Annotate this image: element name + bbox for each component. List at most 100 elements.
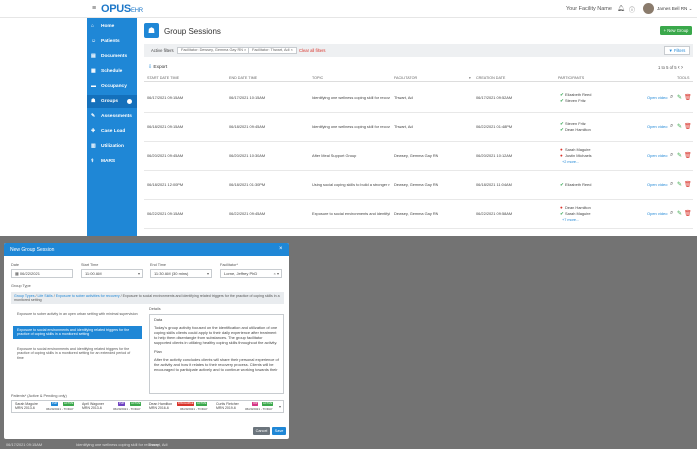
chevron-right-icon[interactable]: ›: [681, 65, 683, 71]
chevron-down-icon: ▾: [137, 271, 140, 276]
col-end[interactable]: End Date Time: [229, 76, 257, 80]
hamburger-icon[interactable]: ≡: [92, 5, 96, 12]
open-video-link[interactable]: Open video: [647, 211, 667, 216]
edit-icon[interactable]: ✎: [677, 123, 682, 130]
facilitator-select[interactable]: Lorne, Jeffrey PhD × ▾: [220, 269, 282, 278]
trash-icon[interactable]: 🗑︎: [684, 210, 692, 217]
more-participants-link[interactable]: +2 more...: [562, 160, 579, 164]
help-icon[interactable]: ⓘ: [629, 5, 635, 14]
new-group-button[interactable]: + New Group: [660, 26, 692, 35]
participant[interactable]: ✔Dean Hamilton: [560, 127, 591, 133]
export-icon: ⇩: [148, 65, 153, 70]
table-row[interactable]: 06/22/2021 09:15AM 06/22/2021 09:45AM Ex…: [144, 200, 693, 229]
sidebar-item-utilization[interactable]: ▥ Utilization: [87, 140, 137, 153]
clear-icon[interactable]: × ▾: [274, 270, 279, 277]
cancel-button[interactable]: Cancel: [253, 427, 270, 435]
facility-name[interactable]: Your Facility Name: [566, 6, 612, 12]
sidebar-item-documents[interactable]: ▤ Documents: [87, 50, 137, 63]
col-topic[interactable]: Topic: [312, 76, 323, 80]
avatar[interactable]: [643, 3, 654, 14]
patients-label: Patients* (Active & Pending only): [11, 394, 67, 398]
sidebar-item-groups[interactable]: ☗ Groups: [87, 95, 137, 108]
group-type-option[interactable]: Exposure to sober activity in an open ur…: [13, 311, 142, 317]
table-row[interactable]: 06/17/2021 09:15AM 06/17/2021 10:15AM Id…: [144, 84, 693, 113]
patients-field[interactable]: Sarah Maguire MRN 2013-6 PHP ACTIVE 06/20…: [11, 400, 284, 413]
participant[interactable]: ● Sarah Maguire: [560, 147, 591, 152]
export-button[interactable]: ⇩ Export: [148, 65, 167, 70]
sidebar-item-assessments[interactable]: ✎ Assessments: [87, 110, 137, 123]
clear-filters-link[interactable]: Clear all filters: [299, 48, 326, 53]
trash-icon[interactable]: 🗑︎: [684, 181, 692, 188]
table-row[interactable]: 06/20/2021 09:45AM 06/20/2021 10:30AM Af…: [144, 142, 693, 171]
more-participants-link[interactable]: +7 more...: [562, 218, 579, 222]
edit-icon[interactable]: ✎: [677, 181, 682, 188]
participant[interactable]: ✔Steven Fritz: [560, 98, 586, 104]
table-row[interactable]: 06/18/2021 12:00PM 06/18/2021 01:30PM Us…: [144, 171, 693, 200]
save-button[interactable]: Save: [272, 427, 286, 435]
home-icon: ⌂: [91, 23, 95, 29]
trash-icon[interactable]: 🗑︎: [684, 123, 692, 130]
search-icon[interactable]: ⌕: [670, 152, 673, 159]
col-creation[interactable]: Creation Date: [476, 76, 505, 80]
sidebar-item-schedule[interactable]: ▦ Schedule: [87, 65, 137, 78]
calendar-icon: ▦: [15, 271, 19, 276]
filter-chip[interactable]: Facilitator: Dewsey, Gemma Gay RN ×: [177, 47, 251, 54]
open-video-link[interactable]: Open video: [647, 124, 667, 129]
filters-button[interactable]: ▼ Filters: [664, 46, 690, 55]
trash-icon[interactable]: 🗑︎: [684, 94, 692, 101]
group-type-option-selected[interactable]: Exposure to social environments and iden…: [13, 326, 142, 339]
sort-icon[interactable]: ▾: [469, 76, 471, 80]
sidebar-item-mars[interactable]: ⚕ MARS: [87, 155, 137, 168]
patient-chip[interactable]: Dean Hamilton MRN 2016-6 DISCHARGE ACTIVE…: [149, 402, 214, 412]
chevron-down-icon[interactable]: ▾: [279, 404, 281, 409]
table-row[interactable]: 06/18/2021 09:15AM 06/18/2021 09:45AM Id…: [144, 113, 693, 142]
caseload-icon: ✚: [91, 128, 96, 134]
participant[interactable]: ● Justin Michaels: [560, 153, 592, 158]
chevron-left-icon[interactable]: ‹: [678, 65, 680, 71]
search-icon[interactable]: ⌕: [670, 123, 673, 130]
details-label: Details: [149, 307, 161, 311]
details-textarea[interactable]: Data Today's group activity focused on t…: [149, 314, 284, 394]
close-icon[interactable]: ×: [291, 48, 293, 52]
trash-icon[interactable]: 🗑︎: [684, 152, 692, 159]
user-menu[interactable]: James Bell RN ⌄: [657, 6, 693, 12]
group-type-option[interactable]: Exposure to social environments and iden…: [13, 346, 142, 361]
col-participants[interactable]: Participants: [558, 76, 584, 80]
sidebar-item-home[interactable]: ⌂ Home: [87, 20, 137, 33]
sidebar-item-patients[interactable]: ☺ Patients: [87, 35, 137, 48]
app-logo[interactable]: OPUSEHR: [101, 3, 143, 15]
participant[interactable]: ✔Elizabeth Reed: [560, 182, 591, 188]
col-tools: Tools: [677, 76, 690, 80]
pager: 1 to 5 of 5 ‹ ›: [658, 65, 683, 71]
col-start[interactable]: Start Date Time: [147, 76, 179, 80]
bell-icon[interactable]: 🔔︎: [617, 5, 625, 12]
active-filters-label: Active filters: [151, 48, 174, 53]
start-time-select[interactable]: 11:00 AM ▾: [81, 269, 143, 278]
open-video-link[interactable]: Open video: [647, 182, 667, 187]
open-video-link[interactable]: Open video: [647, 95, 667, 100]
close-icon[interactable]: ×: [244, 48, 246, 52]
patient-chip[interactable]: Sarah Maguire MRN 2013-6 PHP ACTIVE 06/20…: [15, 402, 80, 412]
end-time-select[interactable]: 11:30 AM (30 mins) ▾: [150, 269, 212, 278]
open-video-link[interactable]: Open video: [647, 153, 667, 158]
search-icon[interactable]: ⌕: [670, 181, 673, 188]
participant[interactable]: ● Dean Hamilton: [560, 205, 591, 210]
filter-chip[interactable]: Facilitator: Thwart, Adi ×: [248, 47, 297, 54]
breadcrumb-link[interactable]: Exposure to sober activities for recover…: [56, 294, 120, 298]
edit-icon[interactable]: ✎: [677, 152, 682, 159]
edit-icon[interactable]: ✎: [677, 94, 682, 101]
assessments-icon: ✎: [91, 113, 96, 119]
group-type-label: Group Type: [11, 284, 31, 288]
sidebar-item-occupancy[interactable]: ▬ Occupancy: [87, 80, 137, 93]
date-field[interactable]: ▦ 06/22/2021: [11, 269, 73, 278]
search-icon[interactable]: ⌕: [670, 210, 673, 217]
col-facilitator[interactable]: Facilitator: [394, 76, 417, 80]
participant[interactable]: ✔Sarah Maguire: [560, 211, 591, 217]
sidebar-item-case-load[interactable]: ✚ Case Load: [87, 125, 137, 138]
patient-chip[interactable]: April Wagoner MRN 2013-6 PHP ACTIVE 06/20…: [82, 402, 147, 412]
calendar-icon: ▦: [91, 68, 96, 74]
search-icon[interactable]: ⌕: [670, 94, 673, 101]
patient-chip[interactable]: Curtis Fletcher MRN 2019-6 IOP ACTIVE 06/…: [216, 402, 281, 412]
close-icon[interactable]: ×: [279, 246, 283, 252]
edit-icon[interactable]: ✎: [677, 210, 682, 217]
